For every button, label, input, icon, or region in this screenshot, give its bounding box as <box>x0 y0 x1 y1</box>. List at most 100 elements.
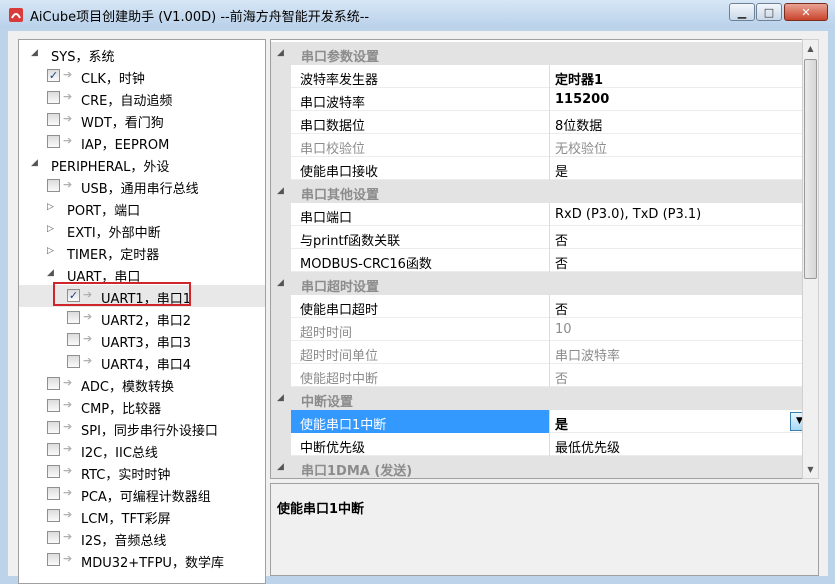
property-value[interactable]: 否 <box>555 230 568 249</box>
property-row[interactable]: 串口波特率 115200 <box>271 88 809 111</box>
checkbox-icon[interactable] <box>47 377 60 390</box>
tree-item[interactable]: ◢ SYS，系统 <box>19 43 265 65</box>
collapse-icon[interactable]: ◢ <box>31 48 41 58</box>
property-value[interactable]: 否 <box>555 253 568 272</box>
row-gutter <box>271 226 291 249</box>
tree-item[interactable]: ➔ IAP，EEPROM <box>19 131 265 153</box>
column-divider <box>549 134 550 157</box>
expand-icon[interactable]: ▷ <box>47 224 57 234</box>
minimize-button[interactable]: ▁ <box>729 3 755 21</box>
checkbox-icon[interactable] <box>47 531 60 544</box>
property-row[interactable]: 使能串口接收 是 <box>271 157 809 180</box>
checkbox-icon[interactable] <box>67 333 80 346</box>
collapse-icon[interactable]: ◢ <box>31 158 41 168</box>
tree-item[interactable]: ➔ CMP，比较器 <box>19 395 265 417</box>
property-row[interactable]: 使能串口超时 否 <box>271 295 809 318</box>
tree-item[interactable]: ➔ UART3，串口3 <box>19 329 265 351</box>
property-value[interactable]: RxD (P3.0), TxD (P3.1) <box>555 207 701 222</box>
property-name: 使能超时中断 <box>300 372 379 387</box>
category-label: 串口其他设置 <box>301 188 380 203</box>
property-row[interactable]: 超时时间单位 串口波特率 <box>271 341 809 364</box>
property-value[interactable]: 无校验位 <box>555 138 607 157</box>
checkbox-icon[interactable] <box>47 465 60 478</box>
expand-icon[interactable]: ▷ <box>47 246 57 256</box>
property-grid-scrollbar[interactable]: ▲ ▼ <box>802 39 819 479</box>
checkbox-icon[interactable] <box>67 311 80 324</box>
collapse-icon[interactable]: ◢ <box>277 462 287 472</box>
collapse-icon[interactable]: ◢ <box>277 186 287 196</box>
checkbox-icon[interactable] <box>47 179 60 192</box>
peripheral-tree[interactable]: ◢ SYS，系统 ✓ ➔ CLK，时钟 ➔ CRE，自动追频 ➔ WDT，看门狗 ➔ IAP，EEP… <box>18 39 266 584</box>
tree-item[interactable]: ➔ UART2，串口2 <box>19 307 265 329</box>
scroll-down-icon[interactable]: ▼ <box>803 461 818 478</box>
property-value[interactable]: 是 <box>555 161 568 180</box>
tree-item[interactable]: ➔ SPI，同步串行外设接口 <box>19 417 265 439</box>
property-row[interactable]: 波特率发生器 定时器1 <box>271 65 809 88</box>
tree-item[interactable]: ▷ TIMER，定时器 <box>19 241 265 263</box>
property-row[interactable]: 使能超时中断 否 <box>271 364 809 387</box>
category-row[interactable]: ◢ 串口1DMA (发送) <box>271 456 809 478</box>
checkbox-icon[interactable] <box>47 443 60 456</box>
tree-item[interactable]: ▷ EXTI，外部中断 <box>19 219 265 241</box>
checkbox-icon[interactable] <box>47 91 60 104</box>
property-value[interactable]: 否 <box>555 368 568 387</box>
collapse-icon[interactable]: ◢ <box>47 268 57 278</box>
property-value[interactable]: 最低优先级 <box>555 437 620 456</box>
property-row[interactable]: 使能串口1中断是 ▼ <box>271 410 809 433</box>
tree-item-label: MDU32+TFPU，数学库 <box>81 556 224 571</box>
checkbox-icon[interactable] <box>47 399 60 412</box>
row-gutter <box>271 341 291 364</box>
tree-item[interactable]: ➔ PCA，可编程计数器组 <box>19 483 265 505</box>
collapse-icon[interactable]: ◢ <box>277 393 287 403</box>
category-row[interactable]: ◢ 串口参数设置 <box>271 42 809 65</box>
checkbox-icon[interactable] <box>67 355 80 368</box>
property-row[interactable]: 串口端口 RxD (P3.0), TxD (P3.1) <box>271 203 809 226</box>
checkbox-icon[interactable] <box>47 135 60 148</box>
tree-item-label: I2S，音频总线 <box>81 534 167 549</box>
property-value[interactable]: 10 <box>555 322 572 337</box>
scroll-thumb[interactable] <box>804 59 817 279</box>
tree-item[interactable]: ➔ USB，通用串行总线 <box>19 175 265 197</box>
property-value[interactable]: 115200 <box>555 92 609 107</box>
tree-item[interactable]: ◢ PERIPHERAL，外设 <box>19 153 265 175</box>
checkbox-icon[interactable] <box>47 113 60 126</box>
property-value[interactable]: 串口波特率 <box>555 345 620 364</box>
property-row[interactable]: 中断优先级 最低优先级 <box>271 433 809 456</box>
property-value[interactable]: 是 <box>555 414 568 433</box>
property-row[interactable]: 超时时间 10 <box>271 318 809 341</box>
tree-item[interactable]: ➔ LCM，TFT彩屏 <box>19 505 265 527</box>
tree-item[interactable]: ➔ MDU32+TFPU，数学库 <box>19 549 265 571</box>
tree-item[interactable]: ✓ ➔ CLK，时钟 <box>19 65 265 87</box>
maximize-button[interactable]: □ <box>756 3 782 21</box>
close-button[interactable]: ✕ <box>784 3 828 21</box>
tree-item[interactable]: ➔ UART4，串口4 <box>19 351 265 373</box>
tree-item[interactable]: ➔ WDT，看门狗 <box>19 109 265 131</box>
property-row[interactable]: 与printf函数关联 否 <box>271 226 809 249</box>
tree-item[interactable]: ➔ I2S，音频总线 <box>19 527 265 549</box>
property-row[interactable]: 串口数据位 8位数据 <box>271 111 809 134</box>
scroll-up-icon[interactable]: ▲ <box>803 40 818 57</box>
collapse-icon[interactable]: ◢ <box>277 278 287 288</box>
checkbox-icon[interactable] <box>47 509 60 522</box>
checkbox-icon[interactable] <box>47 421 60 434</box>
category-row[interactable]: ◢ 串口超时设置 <box>271 272 809 295</box>
property-value[interactable]: 否 <box>555 299 568 318</box>
property-row[interactable]: 串口校验位 无校验位 <box>271 134 809 157</box>
checkbox-icon[interactable] <box>47 553 60 566</box>
property-value[interactable]: 8位数据 <box>555 115 602 134</box>
checked-checkbox-icon[interactable]: ✓ <box>47 69 60 82</box>
tree-item[interactable]: ▷ PORT，端口 <box>19 197 265 219</box>
expand-icon[interactable]: ▷ <box>47 202 57 212</box>
column-divider <box>549 295 550 318</box>
collapse-icon[interactable]: ◢ <box>277 48 287 58</box>
property-value[interactable]: 定时器1 <box>555 69 603 88</box>
tree-item[interactable]: ➔ I2C，IIC总线 <box>19 439 265 461</box>
property-grid[interactable]: ◢ 串口参数设置 波特率发生器 定时器1 串口波特率 115200 串口数据位 8位数据 串口校… <box>270 39 810 479</box>
tree-item[interactable]: ➔ RTC，实时时钟 <box>19 461 265 483</box>
property-row[interactable]: MODBUS-CRC16函数 否 <box>271 249 809 272</box>
tree-item[interactable]: ➔ ADC，模数转换 <box>19 373 265 395</box>
category-row[interactable]: ◢ 中断设置 <box>271 387 809 410</box>
category-row[interactable]: ◢ 串口其他设置 <box>271 180 809 203</box>
checkbox-icon[interactable] <box>47 487 60 500</box>
tree-item[interactable]: ➔ CRE，自动追频 <box>19 87 265 109</box>
